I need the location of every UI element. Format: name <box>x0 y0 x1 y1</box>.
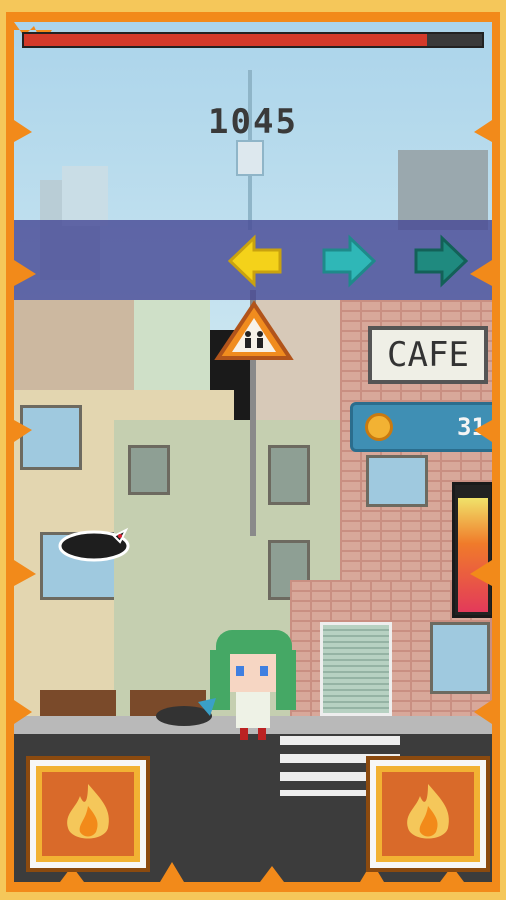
arrow-note-track <box>14 220 494 300</box>
coin-icon <box>365 413 393 441</box>
cafe-sign: CAFE <box>368 326 488 384</box>
arrow-right-icon <box>322 234 376 288</box>
coin-panel: 31 <box>350 402 500 452</box>
fire-icon <box>407 784 449 839</box>
arrow-left-icon <box>228 234 282 288</box>
shop-shutter <box>320 622 392 716</box>
health-bar <box>22 32 484 48</box>
arrow-right-icon <box>414 234 468 288</box>
background-building <box>398 150 488 230</box>
left-fire-button[interactable] <box>26 756 150 872</box>
score-counter: 1045 <box>208 102 298 142</box>
power-meter <box>452 482 494 618</box>
fire-icon <box>67 784 109 839</box>
window <box>268 445 310 505</box>
school-zone-sign <box>214 300 294 360</box>
window <box>366 455 428 507</box>
window <box>430 622 490 694</box>
right-fire-button[interactable] <box>366 756 490 872</box>
cat-companion <box>156 698 216 726</box>
health-bar-fill <box>24 34 428 46</box>
window <box>128 445 170 495</box>
background-building <box>62 166 108 226</box>
player-character <box>210 630 296 740</box>
apartment-building <box>14 300 134 400</box>
power-meter-fill <box>458 498 488 612</box>
crow-enemy <box>58 527 130 562</box>
window <box>20 405 82 470</box>
tv-tower-head <box>236 140 264 176</box>
coin-count: 31 <box>457 413 486 441</box>
planter <box>40 690 116 716</box>
